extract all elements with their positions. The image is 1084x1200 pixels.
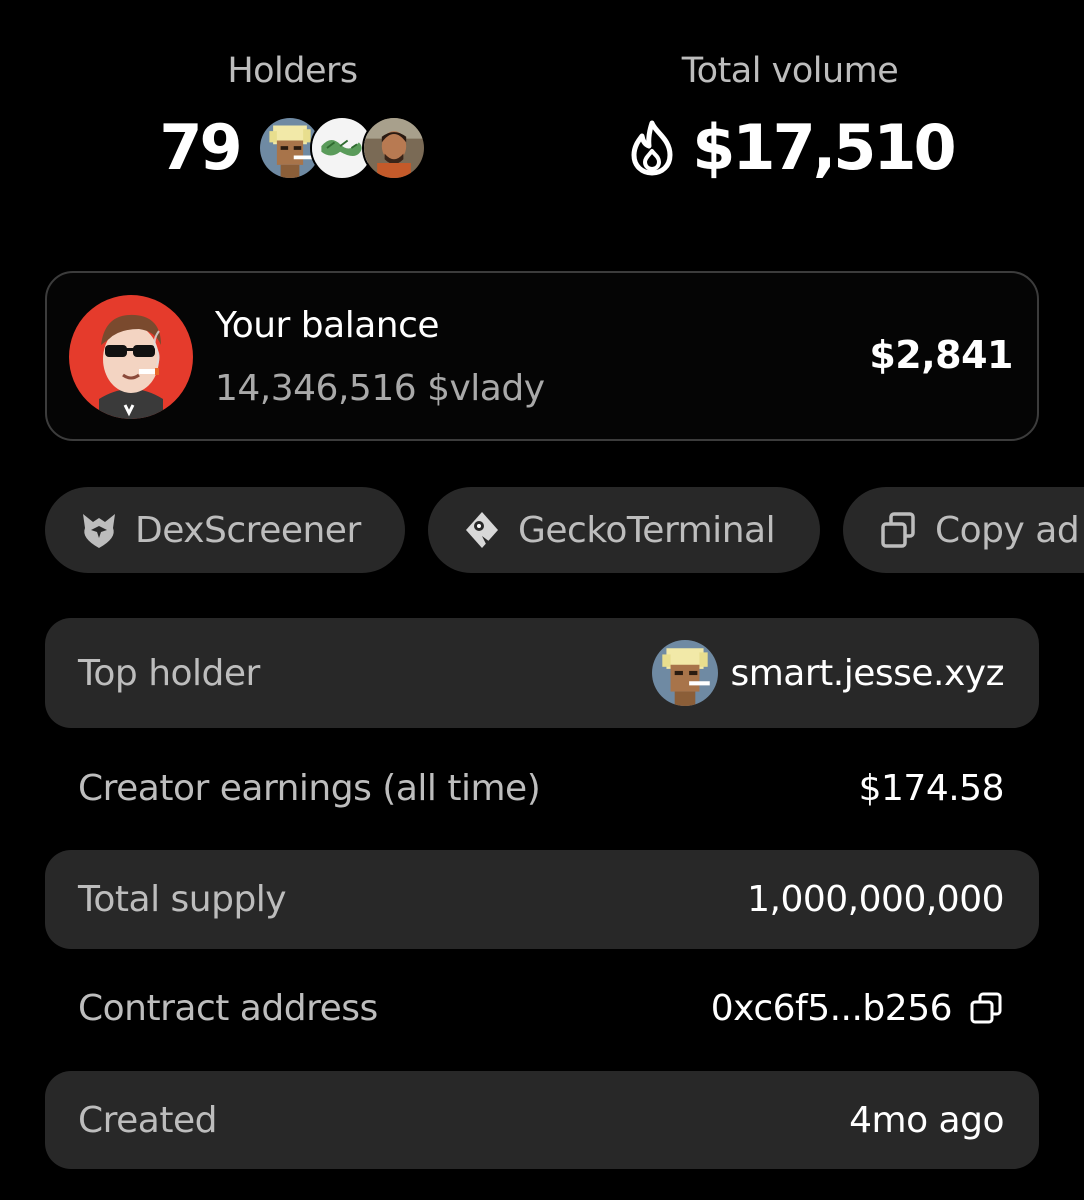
contract-address-value[interactable]: 0xc6f5...b256 (711, 988, 953, 1029)
top-holder-avatar (652, 640, 719, 706)
copy-address-label: Copy ad (935, 509, 1080, 551)
dexscreener-button[interactable]: DexScreener (45, 487, 405, 573)
holder-avatar-photo (361, 116, 426, 180)
copy-contract-icon[interactable] (968, 990, 1004, 1026)
total-supply-value: 1,000,000,000 (747, 879, 1004, 920)
dexscreener-label: DexScreener (135, 509, 361, 551)
token-stats: Holders 79 Total volume $17,510 (0, 48, 1084, 198)
creator-earnings-label: Creator earnings (all time) (78, 767, 541, 809)
total-supply-label: Total supply (78, 879, 287, 920)
holders-label: Holders (227, 51, 358, 91)
geckoterminal-label: GeckoTerminal (518, 509, 776, 551)
flame-icon (631, 120, 673, 176)
balance-token-amount: 14,346,516 $vlady (215, 368, 545, 409)
top-holder-row[interactable]: Top holder smart.jesse.xyz (45, 618, 1039, 728)
contract-address-label: Contract address (78, 987, 378, 1029)
balance-card[interactable]: Your balance 14,346,516 $vlady $2,841 (45, 271, 1039, 441)
volume-stat: Total volume $17,510 (610, 48, 970, 188)
balance-title: Your balance (215, 305, 440, 346)
top-holder-label: Top holder (78, 652, 260, 694)
token-avatar (69, 295, 193, 419)
total-supply-row: Total supply 1,000,000,000 (45, 850, 1039, 949)
creator-earnings-value: $174.58 (858, 767, 1005, 809)
copy-icon (881, 512, 915, 548)
total-volume-value: $17,510 (692, 111, 956, 184)
holders-stat[interactable]: Holders 79 (130, 48, 455, 188)
geckoterminal-button[interactable]: GeckoTerminal (428, 487, 820, 573)
top-holder-name[interactable]: smart.jesse.xyz (730, 653, 1004, 694)
contract-address-row[interactable]: Contract address 0xc6f5...b256 (45, 958, 1039, 1058)
holders-count: 79 (159, 111, 242, 184)
balance-usd-value: $2,841 (869, 333, 1013, 377)
created-label: Created (78, 1099, 217, 1141)
created-row: Created 4mo ago (45, 1071, 1039, 1169)
created-value: 4mo ago (849, 1099, 1004, 1141)
geckoterminal-icon (466, 512, 498, 548)
volume-label: Total volume (681, 51, 899, 91)
dexscreener-icon (83, 514, 115, 548)
copy-address-button[interactable]: Copy ad (843, 487, 1084, 573)
external-links: DexScreener GeckoTerminal Copy ad (45, 487, 1084, 573)
holder-avatars[interactable] (257, 116, 426, 180)
creator-earnings-row: Creator earnings (all time) $174.58 (45, 738, 1039, 838)
